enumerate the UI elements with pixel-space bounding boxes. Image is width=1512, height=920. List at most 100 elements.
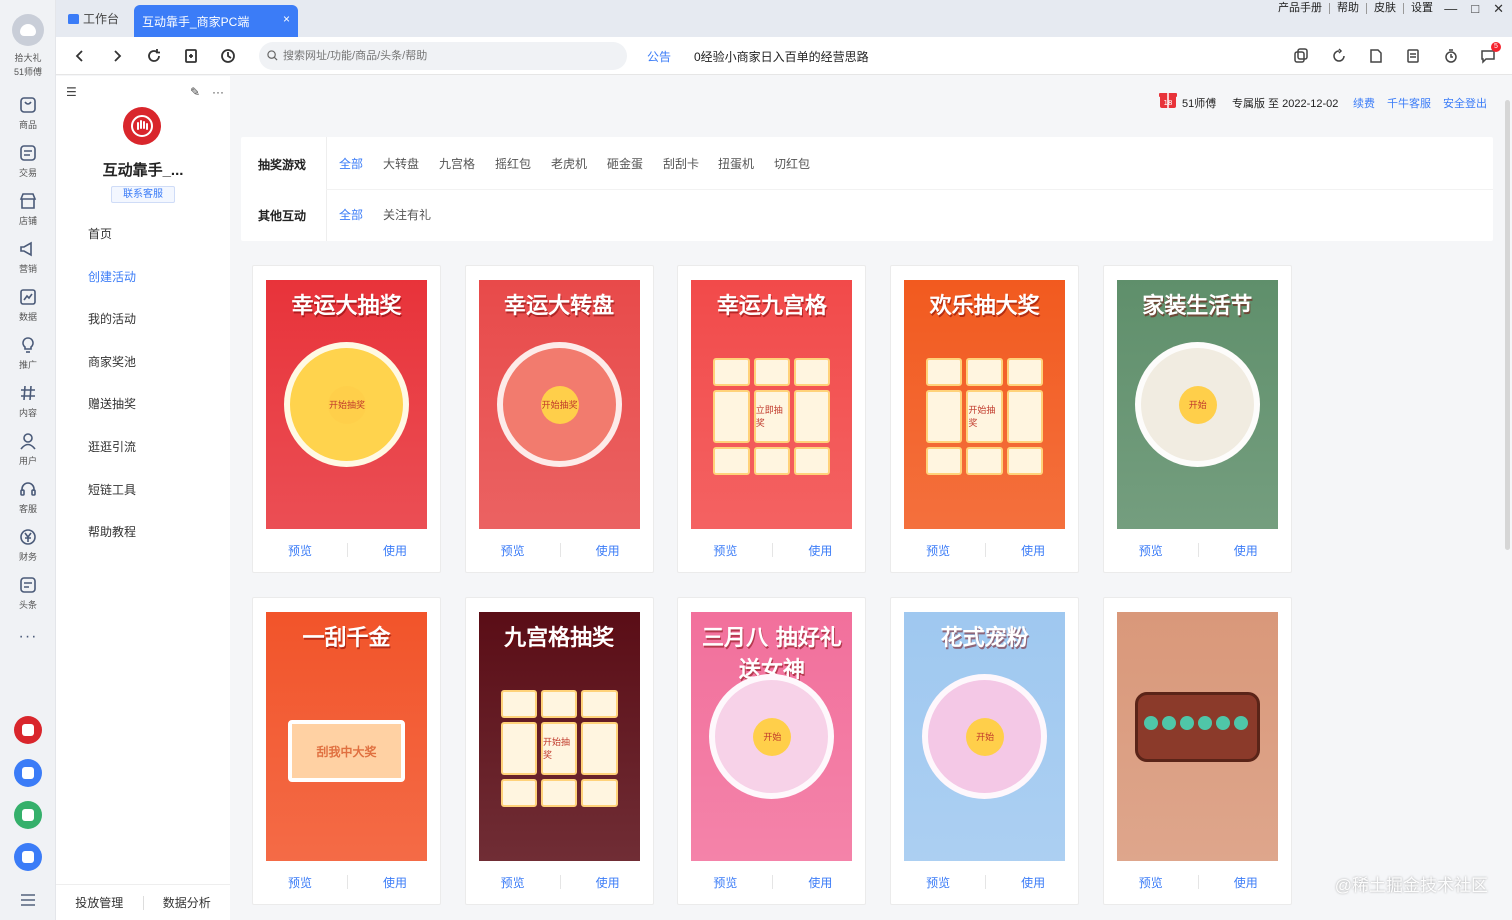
preview-button[interactable]: 预览	[891, 542, 985, 559]
link-settings[interactable]: 设置	[1404, 3, 1440, 14]
close-icon[interactable]: ×	[283, 12, 290, 26]
hamburger-icon[interactable]	[21, 894, 35, 909]
use-button[interactable]: 使用	[561, 542, 653, 559]
template-poster[interactable]: 花式宠粉 开始	[904, 612, 1066, 861]
template-poster[interactable]: 欢乐抽大奖 开始抽奖	[904, 280, 1066, 529]
rail-item[interactable]: 数据	[0, 287, 56, 331]
preview-button[interactable]: 预览	[1104, 542, 1198, 559]
filter-option[interactable]: 摇红包	[495, 155, 531, 172]
filter-option[interactable]: 关注有礼	[383, 206, 431, 223]
app-calendar-icon[interactable]	[14, 759, 42, 787]
use-button[interactable]: 使用	[986, 542, 1078, 559]
rail-item[interactable]: 交易	[0, 143, 56, 187]
qianniu-service-link[interactable]: 千牛客服	[1387, 95, 1431, 111]
menu-item[interactable]: 赠送抽奖	[88, 395, 136, 412]
app-schedule-icon[interactable]	[14, 801, 42, 829]
menu-item[interactable]: 我的活动	[88, 310, 136, 327]
more-options-icon[interactable]: ···	[212, 85, 224, 99]
maximize-icon[interactable]: □	[1471, 1, 1479, 17]
filter-option[interactable]: 大转盘	[383, 155, 419, 172]
collapse-menu-icon[interactable]: ☰	[66, 85, 77, 99]
more-icon[interactable]: ···	[0, 628, 56, 646]
rail-item[interactable]: 店铺	[0, 191, 56, 235]
use-button[interactable]: 使用	[348, 542, 440, 559]
filter-option[interactable]: 砸金蛋	[607, 155, 643, 172]
template-poster[interactable]	[1116, 612, 1278, 861]
link-skin[interactable]: 皮肤	[1367, 3, 1404, 14]
filter-option[interactable]: 刮刮卡	[663, 155, 699, 172]
menu-item[interactable]: 首页	[88, 225, 112, 242]
rail-item[interactable]: 头条	[0, 575, 56, 619]
filter-option[interactable]: 扭蛋机	[718, 155, 754, 172]
use-button[interactable]: 使用	[773, 874, 865, 891]
preview-button[interactable]: 预览	[678, 542, 772, 559]
filter-option[interactable]: 九宫格	[439, 155, 475, 172]
new-page-icon[interactable]	[181, 46, 201, 66]
contact-service-button[interactable]: 联系客服	[111, 186, 175, 203]
filter-option[interactable]: 切红包	[774, 155, 810, 172]
tab-workbench[interactable]: 工作台	[68, 10, 119, 27]
menu-item[interactable]: 短链工具	[88, 481, 136, 498]
menu-item[interactable]: 帮助教程	[88, 523, 136, 540]
preview-button[interactable]: 预览	[253, 874, 347, 891]
template-poster[interactable]: 三月八 抽好礼送女神 开始	[691, 612, 853, 861]
menu-item[interactable]: 逛逛引流	[88, 438, 136, 455]
use-button[interactable]: 使用	[773, 542, 865, 559]
link-help[interactable]: 帮助	[1330, 3, 1367, 14]
preview-button[interactable]: 预览	[891, 874, 985, 891]
preview-button[interactable]: 预览	[253, 542, 347, 559]
use-button[interactable]: 使用	[986, 874, 1078, 891]
use-button[interactable]: 使用	[1199, 874, 1291, 891]
message-icon[interactable]: 5	[1480, 42, 1501, 64]
link-manual[interactable]: 产品手册	[1271, 3, 1330, 14]
tab-active[interactable]: 互动靠手_商家PC端 ×	[134, 5, 298, 37]
forward-icon[interactable]	[107, 46, 127, 66]
preview-button[interactable]: 预览	[1104, 874, 1198, 891]
back-icon[interactable]	[70, 46, 90, 66]
data-analysis-link[interactable]: 数据分析	[144, 894, 231, 911]
edit-icon[interactable]: ✎	[190, 85, 200, 99]
renew-link[interactable]: 续费	[1353, 95, 1375, 111]
preview-button[interactable]: 预览	[466, 542, 560, 559]
template-poster[interactable]: 幸运大转盘 开始抽奖	[478, 280, 640, 529]
use-button[interactable]: 使用	[348, 874, 440, 891]
user-avatar[interactable]	[12, 14, 44, 46]
template-poster[interactable]: 家装生活节 开始	[1116, 280, 1278, 529]
file-icon[interactable]	[1368, 48, 1384, 64]
app-hudong-icon[interactable]	[14, 716, 42, 744]
template-poster[interactable]: 幸运九宫格 立即抽奖	[691, 280, 853, 529]
template-poster[interactable]: 一刮千金 刮我中大奖	[266, 612, 427, 861]
use-button[interactable]: 使用	[1199, 542, 1291, 559]
filter-option[interactable]: 全部	[339, 155, 363, 172]
search-input[interactable]	[259, 42, 627, 70]
scrollbar[interactable]	[1505, 100, 1510, 550]
filter-option[interactable]: 老虎机	[551, 155, 587, 172]
app-compass-icon[interactable]	[14, 843, 42, 871]
rail-item[interactable]: 商品	[0, 95, 56, 139]
menu-item[interactable]: 商家奖池	[88, 353, 136, 370]
filter-option[interactable]: 全部	[339, 206, 363, 223]
use-button[interactable]: 使用	[561, 874, 653, 891]
close-window-icon[interactable]: ✕	[1493, 1, 1504, 17]
rail-item[interactable]: 营销	[0, 239, 56, 283]
rail-item[interactable]: 财务	[0, 527, 56, 571]
rail-item[interactable]: 推广	[0, 335, 56, 379]
note-icon[interactable]	[1405, 48, 1421, 64]
template-poster[interactable]: 幸运大抽奖 开始抽奖	[266, 280, 427, 529]
preview-button[interactable]: 预览	[466, 874, 560, 891]
sync-icon[interactable]	[1331, 48, 1347, 64]
minimize-icon[interactable]: —	[1444, 1, 1457, 17]
notice-label[interactable]: 公告	[647, 48, 671, 65]
preview-button[interactable]: 预览	[678, 874, 772, 891]
refresh-icon[interactable]	[144, 46, 164, 66]
copy-icon[interactable]	[1293, 48, 1309, 64]
logout-link[interactable]: 安全登出	[1443, 95, 1487, 111]
menu-item[interactable]: 创建活动	[88, 268, 136, 285]
rail-item[interactable]: 客服	[0, 479, 56, 523]
timer-icon[interactable]	[1443, 48, 1459, 64]
history-icon[interactable]	[218, 46, 238, 66]
template-poster[interactable]: 九宫格抽奖 开始抽奖	[478, 612, 640, 861]
rail-item[interactable]: 内容	[0, 383, 56, 427]
rail-item[interactable]: 用户	[0, 431, 56, 475]
ad-management-link[interactable]: 投放管理	[56, 894, 143, 911]
